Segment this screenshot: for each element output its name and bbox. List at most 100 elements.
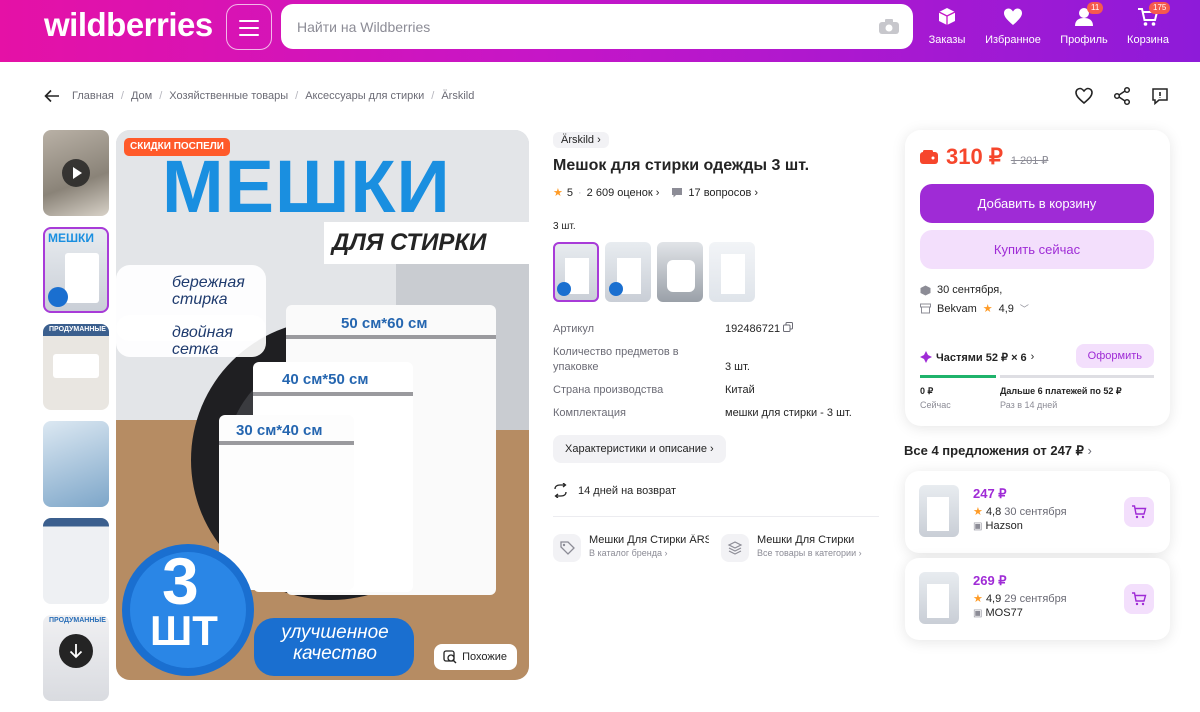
product-main-image[interactable]: СКИДКИ ПОСПЕЛИ МЕШКИ ДЛЯ СТИРКИ бережная… [116,130,529,680]
brand-link[interactable]: Ärskild › [553,132,609,148]
menu-icon-line [239,27,259,29]
share-icon[interactable] [1112,86,1132,106]
variant-badge [557,282,571,296]
scroll-down-button[interactable] [59,634,93,668]
thumbnail-bag [53,354,99,378]
copy-icon[interactable] [783,322,794,332]
category-title: Мешки Для Стирки [757,534,855,546]
nav-orders[interactable]: Заказы [915,6,979,46]
offer-rating-row: ★ 4,9 29 сентября [973,592,1067,605]
variant-set[interactable] [709,242,755,302]
nav-cart-label: Корзина [1127,34,1169,46]
menu-icon [239,20,259,22]
offer-price: 269 ₽ [973,573,1007,588]
arrow-down-icon [69,644,83,659]
offer-image [919,572,959,624]
crumb-household[interactable]: Хозяйственные товары [169,90,288,102]
sku-value: 192486721 [725,323,781,335]
report-icon[interactable] [1150,86,1170,106]
camera-icon[interactable] [879,19,899,34]
search-input[interactable] [281,4,861,49]
variant-badge [609,282,623,296]
store-icon [920,303,931,314]
thumbnail-video[interactable] [43,130,109,216]
cart-icon [1132,592,1147,606]
headline: МЕШКИ [162,145,451,228]
pay-later: Дальше 6 платежей по 52 ₽ Раз в 14 дней [1000,386,1122,410]
spec-row: Комплектация мешки для стирки - 3 шт. [553,406,883,421]
play-triangle [73,167,82,179]
variant-bag [721,254,745,294]
offer-date: 30 сентября [1004,506,1067,518]
add-to-cart-button[interactable]: Добавить в корзину [920,184,1154,223]
thumbnail-image[interactable]: ПРОДУМАННЫЕ [43,324,109,410]
installments-progress [920,375,1154,378]
rating-value: 5 [566,186,573,199]
header: wildberries Заказы Избранное 11 Профиль … [0,0,1200,62]
offer-card[interactable]: 247 ₽ ★ 4,8 30 сентября ▣ Hazson [905,471,1170,553]
crumb-brand[interactable]: Ärskild [441,90,474,102]
similar-search-icon [443,650,457,664]
offer-bag [927,584,949,618]
store-icon: ▣ [973,521,983,532]
thumbnail-image[interactable]: МЕШКИ [43,227,109,313]
search-bar [281,4,913,49]
spec-value: мешки для стирки - 3 шт. [725,407,852,419]
offer-seller-row: ▣ MOS77 [973,607,1023,619]
delivery-date: 30 сентября, [937,284,1003,296]
logo[interactable]: wildberries [44,6,213,44]
feature-double-mesh: двойная сетка [172,324,233,358]
offers-title[interactable]: Все 4 предложения от 247 ₽ › [904,443,1092,459]
store-icon: ▣ [973,608,983,619]
seller-row[interactable]: Bekvam ★ 4,9 ﹀ [920,302,1029,315]
returns-info[interactable]: 14 дней на возврат [553,483,883,498]
similar-label: Похожие [462,651,507,663]
variant-round[interactable] [657,242,703,302]
crumb-home[interactable]: Главная [72,90,114,102]
reviews-link[interactable]: 2 609 оценок › [587,187,660,199]
offer-card[interactable]: 269 ₽ ★ 4,9 29 сентября ▣ MOS77 [905,558,1170,640]
subheadline: ДЛЯ СТИРКИ [332,229,487,256]
star-icon: ★ [973,506,983,518]
brand-catalog-sub-text: В каталог бренда [589,548,663,558]
crumb-laundry-accessories[interactable]: Аксессуары для стирки [305,90,424,102]
brand-catalog-link[interactable]: Мешки Для Стирки ÄRSKILD В каталог бренда… [553,534,709,562]
nav-cart[interactable]: 175 Корзина [1116,2,1180,46]
size-small: 30 см*40 см [236,422,323,439]
favorite-heart-icon[interactable] [1074,86,1094,106]
pay-now-amount: 0 ₽ [920,386,934,396]
thumbnail-bag [65,253,99,303]
cart-icon-wrap: 175 [1137,2,1171,28]
menu-button[interactable] [226,4,272,50]
spec-value: 3 шт. [725,361,750,373]
checkout-installments-button[interactable]: Оформить [1075,344,1154,368]
brand-name: Ärskild [561,134,595,146]
questions-link[interactable]: 17 вопросов › [688,187,758,199]
category-link[interactable]: Мешки Для Стирки Все товары в категории › [721,534,877,562]
menu-icon-line [239,34,259,36]
crumb-separator: / [159,90,163,102]
layers-icon [721,534,749,562]
spec-key: Артикул [553,323,595,335]
offer-add-to-cart-button[interactable] [1124,497,1154,527]
offer-rating: 4,9 [985,593,1002,605]
size-medium: 40 см*50 см [282,371,369,388]
back-arrow-icon[interactable] [44,89,60,103]
crumb-dom[interactable]: Дом [131,90,152,102]
variant-bag [667,260,695,292]
user-icon-wrap: 11 [1073,2,1104,28]
characteristics-button[interactable]: Характеристики и описание › [553,435,726,463]
old-price: 1 201 ₽ [1010,155,1049,167]
thumbnail-image[interactable] [43,518,109,604]
offer-add-to-cart-button[interactable] [1124,584,1154,614]
variant-4pcs[interactable] [605,242,651,302]
similar-button[interactable]: Похожие [434,644,517,670]
nav-profile[interactable]: 11 Профиль [1052,2,1116,46]
count-unit: ШТ [150,607,218,654]
installments-label[interactable]: Частями 52 ₽ × 6 [936,351,1027,364]
nav-favorites[interactable]: Избранное [981,6,1045,46]
buy-box: 310 ₽ 1 201 ₽ Добавить в корзину Купить … [905,130,1170,426]
buy-now-button[interactable]: Купить сейчас [920,230,1154,269]
variant-3pcs[interactable] [553,242,599,302]
thumbnail-image[interactable] [43,421,109,507]
